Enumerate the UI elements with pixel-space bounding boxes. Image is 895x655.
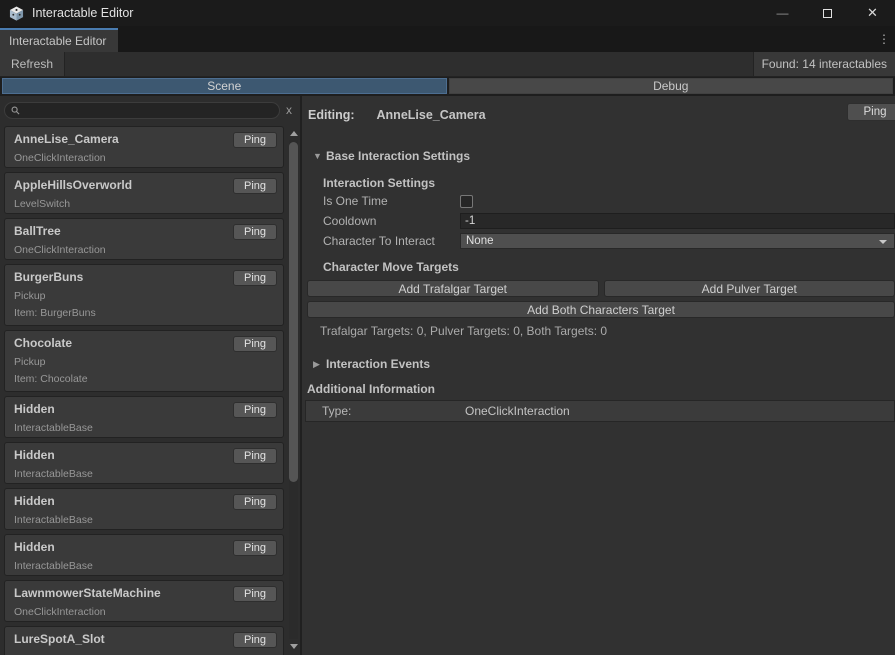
- list-item-type: Pickup: [14, 290, 275, 303]
- search-input[interactable]: [24, 104, 273, 116]
- inspector-ping-button[interactable]: Ping: [847, 103, 895, 121]
- list-item[interactable]: BurgerBuns Pickup Item: BurgerBuns Ping: [4, 264, 284, 326]
- list-item-type: InteractableBase: [14, 514, 275, 527]
- list-item-type: InteractableBase: [14, 422, 275, 435]
- inspector-panel: Editing: AnneLise_Camera Ping ▼ Base Int…: [302, 96, 895, 655]
- list-item-type: LevelSwitch: [14, 198, 275, 211]
- type-value: OneClickInteraction: [465, 404, 570, 418]
- search-icon: [11, 106, 20, 115]
- character-to-interact-row: Character To Interact None: [323, 231, 895, 251]
- type-info-box: Type: OneClickInteraction: [305, 400, 895, 422]
- toolbar: Refresh Found: 14 interactables: [0, 52, 895, 77]
- search-field[interactable]: [4, 102, 280, 119]
- search-row: x: [0, 96, 300, 124]
- main-content: x AnneLise_Camera OneClickInteraction Pi…: [0, 96, 895, 655]
- list-item[interactable]: Hidden InteractableBase Ping: [4, 442, 284, 484]
- list-item-ping-button[interactable]: Ping: [233, 632, 277, 648]
- type-label: Type:: [322, 404, 465, 418]
- list-item-ping-button[interactable]: Ping: [233, 132, 277, 148]
- cooldown-label: Cooldown: [323, 214, 460, 228]
- scene-sidebar: x AnneLise_Camera OneClickInteraction Pi…: [0, 96, 302, 655]
- is-one-time-label: Is One Time: [323, 194, 460, 208]
- list-item-ping-button[interactable]: Ping: [233, 336, 277, 352]
- editing-label: Editing:: [308, 108, 355, 122]
- minimize-button[interactable]: —: [760, 0, 805, 26]
- list-item-type: InteractableBase: [14, 560, 275, 573]
- scroll-up-icon[interactable]: [287, 126, 300, 140]
- chevron-down-icon: ▼: [313, 151, 326, 161]
- close-button[interactable]: ✕: [850, 0, 895, 26]
- tab-scene[interactable]: Scene: [2, 78, 447, 94]
- list-item[interactable]: LawnmowerStateMachine OneClickInteractio…: [4, 580, 284, 622]
- list-item-type: OneClickInteraction: [14, 606, 275, 619]
- character-dropdown-value: None: [466, 235, 494, 247]
- maximize-icon: [823, 9, 832, 18]
- list-item[interactable]: AnneLise_Camera OneClickInteraction Ping: [4, 126, 284, 168]
- list-item-ping-button[interactable]: Ping: [233, 270, 277, 286]
- list-item-ping-button[interactable]: Ping: [233, 178, 277, 194]
- list-item-type: OneClickInteraction: [14, 244, 275, 257]
- scroll-down-icon[interactable]: [287, 639, 300, 653]
- list-item-ping-button[interactable]: Ping: [233, 402, 277, 418]
- list-item-type: Pickup: [14, 356, 275, 369]
- list-item-ping-button[interactable]: Ping: [233, 494, 277, 510]
- list-item-ping-button[interactable]: Ping: [233, 586, 277, 602]
- editing-value: AnneLise_Camera: [377, 108, 486, 122]
- target-buttons-row: Add Trafalgar Target Add Pulver Target: [307, 280, 895, 297]
- maximize-button[interactable]: [805, 0, 850, 26]
- list-item-ping-button[interactable]: Ping: [233, 224, 277, 240]
- view-tabbar: Scene Debug: [0, 77, 895, 96]
- refresh-button[interactable]: Refresh: [0, 52, 65, 76]
- found-count-label: Found: 14 interactables: [753, 52, 895, 76]
- window-menu-icon[interactable]: ⋮: [876, 26, 892, 52]
- character-to-interact-dropdown[interactable]: None: [460, 233, 895, 249]
- character-move-targets-heading: Character Move Targets: [323, 260, 895, 275]
- search-clear-button[interactable]: x: [280, 103, 298, 117]
- inspector-header: Editing: AnneLise_Camera: [306, 106, 895, 124]
- add-both-characters-target-button[interactable]: Add Both Characters Target: [307, 301, 895, 318]
- list-item-detail: Item: Chocolate: [14, 373, 275, 386]
- list-item[interactable]: AppleHillsOverworld LevelSwitch Ping: [4, 172, 284, 214]
- window-title: Interactable Editor: [32, 6, 133, 20]
- list-item-ping-button[interactable]: Ping: [233, 448, 277, 464]
- chevron-right-icon: ▶: [313, 359, 326, 370]
- dock-tab-interactable-editor[interactable]: Interactable Editor: [0, 28, 118, 52]
- is-one-time-checkbox[interactable]: [460, 195, 473, 208]
- list-item[interactable]: Hidden InteractableBase Ping: [4, 488, 284, 530]
- app-cube-icon: [9, 6, 24, 21]
- list-item[interactable]: Chocolate Pickup Item: Chocolate Ping: [4, 330, 284, 392]
- dropdown-caret-icon: [879, 240, 887, 244]
- add-pulver-target-button[interactable]: Add Pulver Target: [604, 280, 895, 297]
- list-item[interactable]: BallTree OneClickInteraction Ping: [4, 218, 284, 260]
- list-item-ping-button[interactable]: Ping: [233, 540, 277, 556]
- character-to-interact-label: Character To Interact: [323, 234, 460, 248]
- tab-debug[interactable]: Debug: [449, 78, 894, 94]
- dock-tabbar: Interactable Editor ⋮: [0, 26, 895, 52]
- is-one-time-row: Is One Time: [323, 191, 895, 211]
- list-item-detail: Item: BurgerBuns: [14, 307, 275, 320]
- interaction-settings-heading: Interaction Settings: [323, 176, 895, 191]
- scrollbar-thumb[interactable]: [289, 142, 298, 482]
- list-item[interactable]: LureSpotA_Slot Ping: [4, 626, 284, 655]
- cooldown-input[interactable]: [460, 213, 895, 229]
- targets-summary: Trafalgar Targets: 0, Pulver Targets: 0,…: [320, 324, 895, 338]
- foldout-interaction-events[interactable]: ▶ Interaction Events: [306, 356, 895, 372]
- window-titlebar: Interactable Editor — ✕: [0, 0, 895, 26]
- foldout-base-interaction-settings[interactable]: ▼ Base Interaction Settings: [306, 148, 895, 164]
- list-item[interactable]: Hidden InteractableBase Ping: [4, 534, 284, 576]
- add-trafalgar-target-button[interactable]: Add Trafalgar Target: [307, 280, 599, 297]
- cooldown-row: Cooldown: [323, 211, 895, 231]
- list-item-type: OneClickInteraction: [14, 152, 275, 165]
- list-wrap: AnneLise_Camera OneClickInteraction Ping…: [0, 124, 300, 655]
- additional-information-heading: Additional Information: [307, 382, 895, 397]
- base-settings-group: Interaction Settings Is One Time Cooldow…: [323, 176, 895, 338]
- list-item[interactable]: Hidden InteractableBase Ping: [4, 396, 284, 438]
- scrollbar-track[interactable]: [289, 140, 298, 639]
- interactable-list: AnneLise_Camera OneClickInteraction Ping…: [0, 124, 287, 655]
- list-item-type: InteractableBase: [14, 468, 275, 481]
- toolbar-spacer: [65, 52, 753, 76]
- list-scrollbar[interactable]: [287, 124, 300, 655]
